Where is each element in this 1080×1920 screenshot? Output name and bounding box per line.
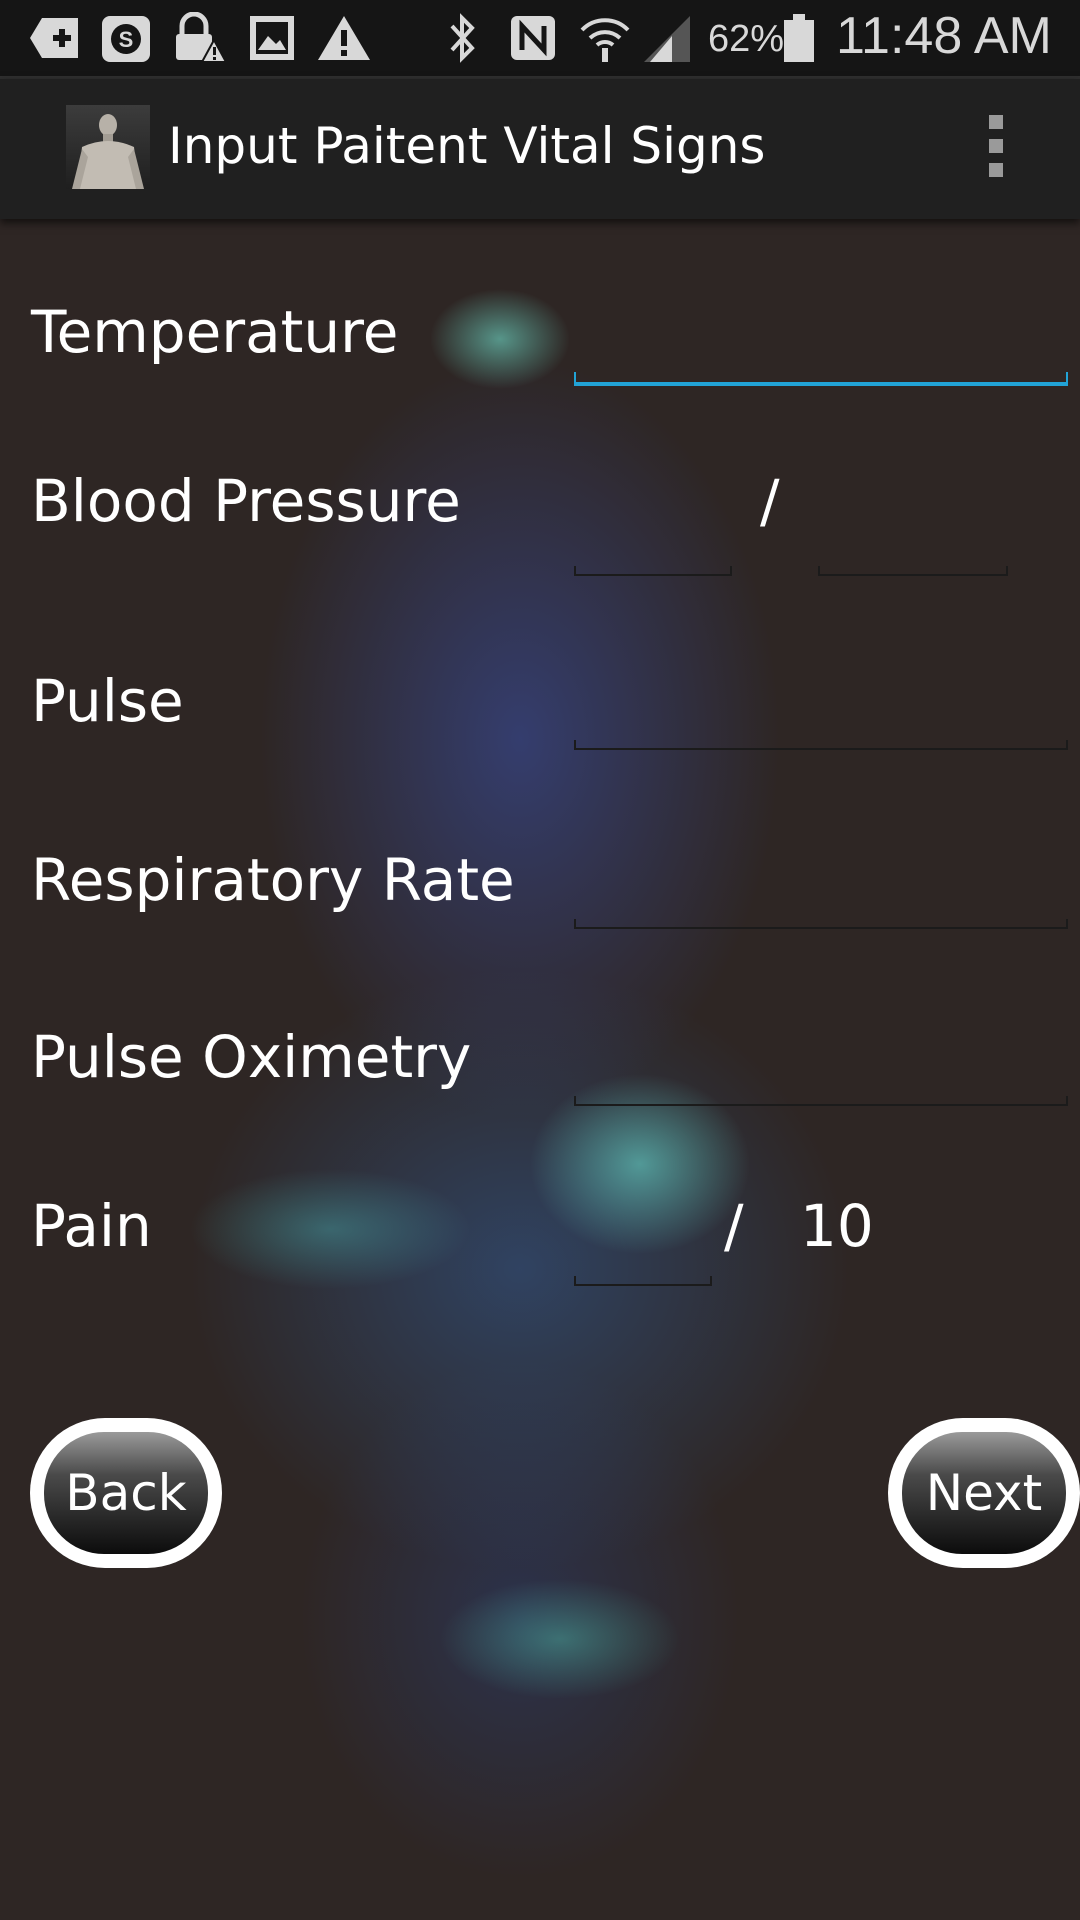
- respiratory-rate-label: Respiratory Rate: [31, 846, 515, 914]
- pulse-oximetry-input[interactable]: [574, 1074, 1068, 1106]
- bluetooth-icon: [450, 13, 475, 63]
- temperature-input[interactable]: [574, 352, 1068, 386]
- battery-percent: 62%: [708, 18, 785, 60]
- body-figure-icon: [72, 114, 144, 189]
- overflow-menu-icon[interactable]: [986, 115, 1006, 185]
- battery-icon: [784, 14, 814, 62]
- page-title: Input Paitent Vital Signs: [168, 117, 766, 175]
- add-icon: [30, 18, 78, 58]
- pain-label: Pain: [31, 1192, 152, 1260]
- blood-pressure-separator: /: [760, 467, 780, 535]
- image-icon: [250, 16, 294, 60]
- pain-input[interactable]: [574, 1254, 712, 1286]
- status-bar: S 62% 11:48 AM: [0, 0, 1080, 79]
- skype-icon: S: [102, 16, 150, 62]
- wifi-icon: [580, 18, 630, 62]
- pain-separator: /: [724, 1192, 744, 1260]
- clock: 11:48 AM: [836, 7, 1052, 65]
- warning-icon: [318, 16, 370, 60]
- pain-max-value: 10: [800, 1192, 874, 1260]
- pulse-oximetry-label: Pulse Oximetry: [31, 1023, 472, 1091]
- action-bar: Input Paitent Vital Signs: [0, 79, 1080, 219]
- respiratory-rate-input[interactable]: [574, 897, 1068, 929]
- blood-pressure-systolic-input[interactable]: [574, 544, 732, 576]
- app-logo-icon[interactable]: [66, 105, 150, 189]
- signal-icon: [644, 16, 690, 62]
- temperature-label: Temperature: [31, 298, 399, 366]
- nfc-icon: [511, 16, 555, 60]
- next-button[interactable]: Next: [888, 1418, 1080, 1568]
- back-button[interactable]: Back: [30, 1418, 222, 1568]
- blood-pressure-diastolic-input[interactable]: [818, 544, 1008, 576]
- next-button-label: Next: [902, 1432, 1066, 1554]
- svg-text:S: S: [119, 27, 134, 52]
- back-button-label: Back: [44, 1432, 208, 1554]
- pulse-input[interactable]: [574, 718, 1068, 750]
- pulse-label: Pulse: [31, 667, 184, 735]
- lock-warning-icon: [176, 12, 226, 63]
- blood-pressure-label: Blood Pressure: [31, 467, 461, 535]
